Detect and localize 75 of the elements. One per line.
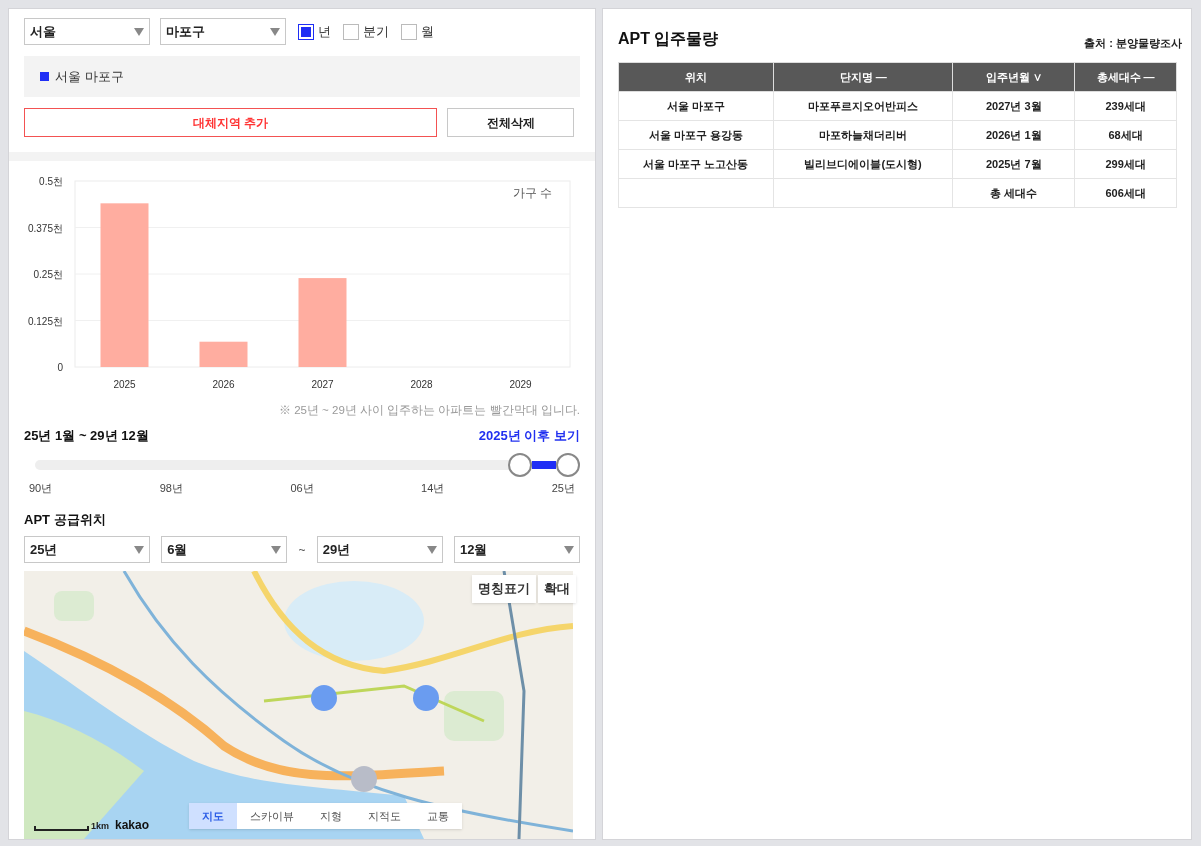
table-cell: 빌리브디에이블(도시형)	[773, 149, 953, 179]
table-cell: 마포하늘채더리버	[773, 120, 953, 150]
add-region-button[interactable]: 대체지역 추가	[24, 108, 437, 137]
panel-title: APT 입주물량	[618, 29, 719, 49]
slider-fill	[532, 461, 556, 469]
chart-note: ※ 25년 ~ 29년 사이 입주하는 아파트는 빨간막대 입니다.	[278, 403, 580, 419]
source-note: 출처 : 분양물량조사	[1084, 35, 1182, 51]
y-tick-label: 0.125천	[27, 315, 63, 327]
caret-icon	[563, 545, 574, 554]
column-header[interactable]: 입주년월 ∨	[952, 62, 1075, 92]
table-cell: 606세대	[1074, 178, 1177, 208]
dropdown[interactable]: 마포구	[160, 18, 286, 45]
range-label: 25년 1월 ~ 29년 12월	[24, 426, 149, 445]
table-cell: 2025년 7월	[952, 149, 1075, 179]
x-tick-label: 2025	[113, 379, 136, 391]
y-tick-label: 0.375천	[27, 222, 63, 234]
dropdown[interactable]: 6월	[161, 536, 288, 563]
column-header[interactable]: 총세대수 —	[1074, 62, 1177, 92]
map-type-tab[interactable]: 스카이뷰	[237, 803, 307, 829]
checkbox-label: 월	[421, 22, 434, 41]
table-cell: 마포푸르지오어반피스	[773, 91, 953, 121]
legend-label: 서울 마포구	[55, 67, 124, 86]
x-tick-label: 2029	[509, 379, 532, 391]
checkbox-label: 년	[318, 22, 331, 41]
y-tick-label: 0.5천	[39, 176, 63, 188]
table-cell: 서울 마포구 노고산동	[618, 149, 774, 179]
checkbox[interactable]	[298, 23, 314, 40]
x-tick-label: 2028	[410, 379, 433, 391]
slider-tick-label: 98년	[159, 481, 183, 496]
table-cell: 서울 마포구 용강동	[618, 120, 774, 150]
column-header[interactable]: 단지명 —	[773, 62, 953, 92]
dropdown[interactable]: 29년	[316, 536, 443, 563]
y-tick-label: 0	[57, 362, 63, 374]
x-tick-label: 2027	[311, 379, 334, 391]
caret-icon	[270, 27, 280, 36]
y-tick-label: 0.25천	[33, 269, 63, 281]
slider-handle[interactable]	[508, 453, 533, 477]
table-cell: 총 세대수	[952, 178, 1075, 208]
caret-icon	[271, 545, 282, 554]
map-overlay-button[interactable]: 확대	[538, 575, 576, 603]
table-cell: 2027년 3월	[952, 91, 1075, 121]
range-separator: ~	[298, 541, 306, 559]
slider-handle[interactable]	[556, 453, 580, 477]
checkbox[interactable]	[343, 23, 359, 40]
slider-tick-label: 90년	[29, 481, 53, 496]
map-overlay-button[interactable]: 명칭표기	[472, 575, 536, 603]
scale-bar	[34, 826, 89, 831]
dropdown[interactable]: 12월	[453, 536, 580, 563]
checkbox[interactable]	[401, 23, 417, 40]
table-cell: 서울 마포구	[618, 91, 774, 121]
caret-icon	[134, 545, 144, 554]
caret-icon	[134, 27, 144, 36]
table-cell: 2026년 1월	[952, 120, 1075, 150]
dropdown[interactable]: 서울	[24, 18, 150, 45]
map-type-tab[interactable]: 지적도	[355, 803, 414, 829]
checkbox-label: 분기	[363, 22, 389, 41]
table-cell: 299세대	[1074, 149, 1177, 179]
slider-tick-label: 06년	[290, 481, 314, 496]
table-cell: 68세대	[1074, 120, 1177, 150]
map-type-tab[interactable]: 지도	[189, 803, 237, 829]
after-2025-link[interactable]: 2025년 이후 보기	[478, 425, 580, 445]
table-cell: 239세대	[1074, 91, 1177, 121]
map-type-tab[interactable]: 교통	[414, 803, 462, 829]
dropdown[interactable]: 25년	[24, 536, 150, 563]
slider-tick-label: 25년	[551, 481, 575, 496]
slider-tick-label: 14년	[421, 481, 445, 496]
map-type-tab[interactable]: 지형	[307, 803, 355, 829]
column-header[interactable]: 위치	[618, 62, 774, 92]
series-label: 가구 수	[512, 186, 552, 201]
section-title: APT 공급위치	[24, 510, 107, 529]
caret-icon	[426, 545, 437, 554]
map-attribution: kakao	[115, 819, 150, 831]
scale-label: 1km	[91, 822, 109, 831]
delete-all-button[interactable]: 전체삭제	[447, 108, 574, 137]
x-tick-label: 2026	[212, 379, 235, 391]
